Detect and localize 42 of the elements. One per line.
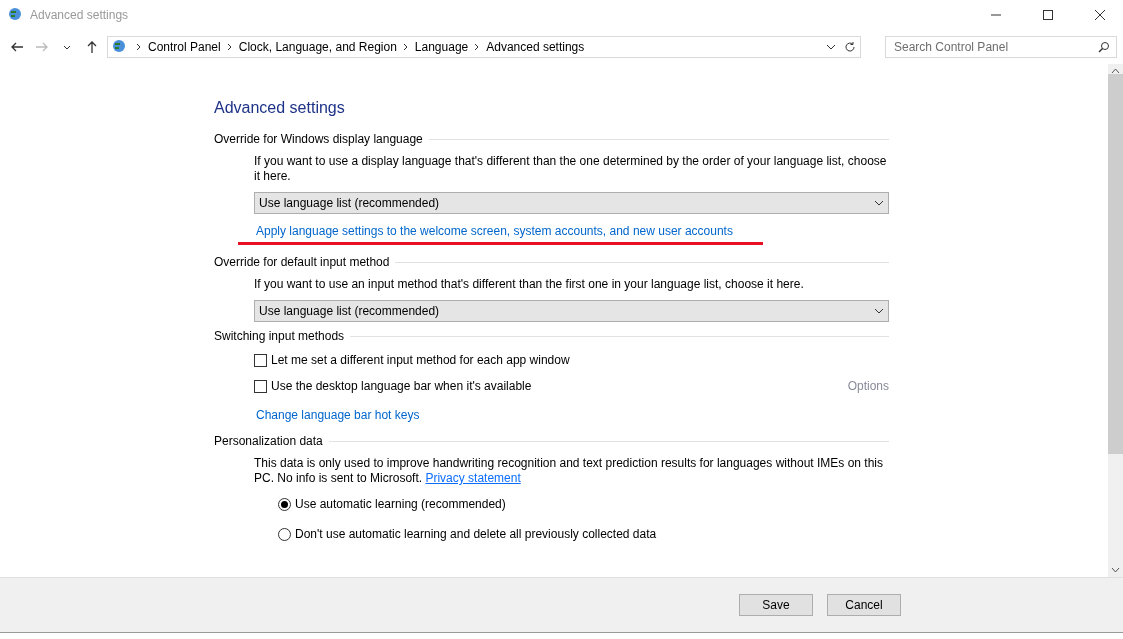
checkbox-label[interactable]: Let me set a different input method for each app window (271, 351, 570, 369)
scroll-up-icon[interactable] (1111, 68, 1120, 74)
chevron-right-icon[interactable] (136, 43, 142, 51)
chevron-down-icon (874, 200, 884, 206)
page-title: Advanced settings (214, 98, 346, 118)
maximize-icon[interactable] (1043, 10, 1053, 20)
chevron-down-icon[interactable] (826, 44, 836, 50)
description-text: If you want to use an input method that's different than the first one in your language list, choose it here. (254, 277, 805, 292)
chevron-right-icon[interactable] (474, 43, 481, 51)
radio-label[interactable]: Use automatic learning (recommended) (295, 495, 506, 513)
language-dropdown[interactable]: Use language list (recommended) (254, 300, 889, 322)
dialog-button[interactable]: Cancel (827, 594, 901, 616)
breadcrumb-item[interactable]: Advanced settings (486, 38, 585, 56)
section-heading: Personalization data (214, 433, 323, 450)
radio-label[interactable]: Don't use automatic learning and delete all previously collected data (295, 525, 657, 543)
language-dropdown[interactable]: Use language list (recommended) (254, 192, 889, 214)
search-field[interactable]: Search Control Panel (885, 36, 1117, 58)
checkbox[interactable] (254, 379, 267, 393)
section-heading: Override for Windows display language (214, 131, 423, 148)
checkbox[interactable] (254, 353, 267, 367)
refresh-icon[interactable] (844, 41, 856, 53)
scrollbar[interactable] (1108, 64, 1123, 577)
checkbox-label[interactable]: Use the desktop language bar when it's available (271, 377, 532, 395)
breadcrumb-item[interactable]: Language (414, 38, 469, 56)
section-heading: Switching input methods (214, 328, 345, 345)
close-icon[interactable] (1095, 10, 1105, 20)
window-title: Advanced settings (30, 7, 129, 24)
breadcrumb-item[interactable]: Control Panel (148, 38, 221, 56)
settings-link[interactable]: Change language bar hot keys (256, 406, 420, 424)
description-text: This data is only used to improve handwriting recognition and text prediction results for languages without IMEs on this PC. No info is sent to Microsoft. Privacy statement (254, 456, 884, 486)
chevron-down-icon (874, 308, 884, 314)
section-heading: Override for default input method (214, 254, 390, 271)
settings-link[interactable]: Apply language settings to the welcome screen, system accounts, and new user accounts (238, 222, 763, 245)
chevron-right-icon[interactable] (226, 43, 233, 51)
search-icon[interactable] (1098, 41, 1110, 53)
chevron-right-icon[interactable] (402, 43, 409, 51)
description-text: If you want to use a display language that's different than the one determined by the order of your language list, choose it here. (254, 154, 888, 184)
address-bar[interactable]: Control Panel Clock, Language, and Region Language Advanced settings (107, 36, 861, 58)
privacy-link[interactable]: Privacy statement (425, 471, 521, 485)
breadcrumb-item[interactable]: Clock, Language, and Region (238, 38, 397, 56)
scroll-down-icon[interactable] (1111, 567, 1120, 573)
dialog-button[interactable]: Save (739, 594, 813, 616)
